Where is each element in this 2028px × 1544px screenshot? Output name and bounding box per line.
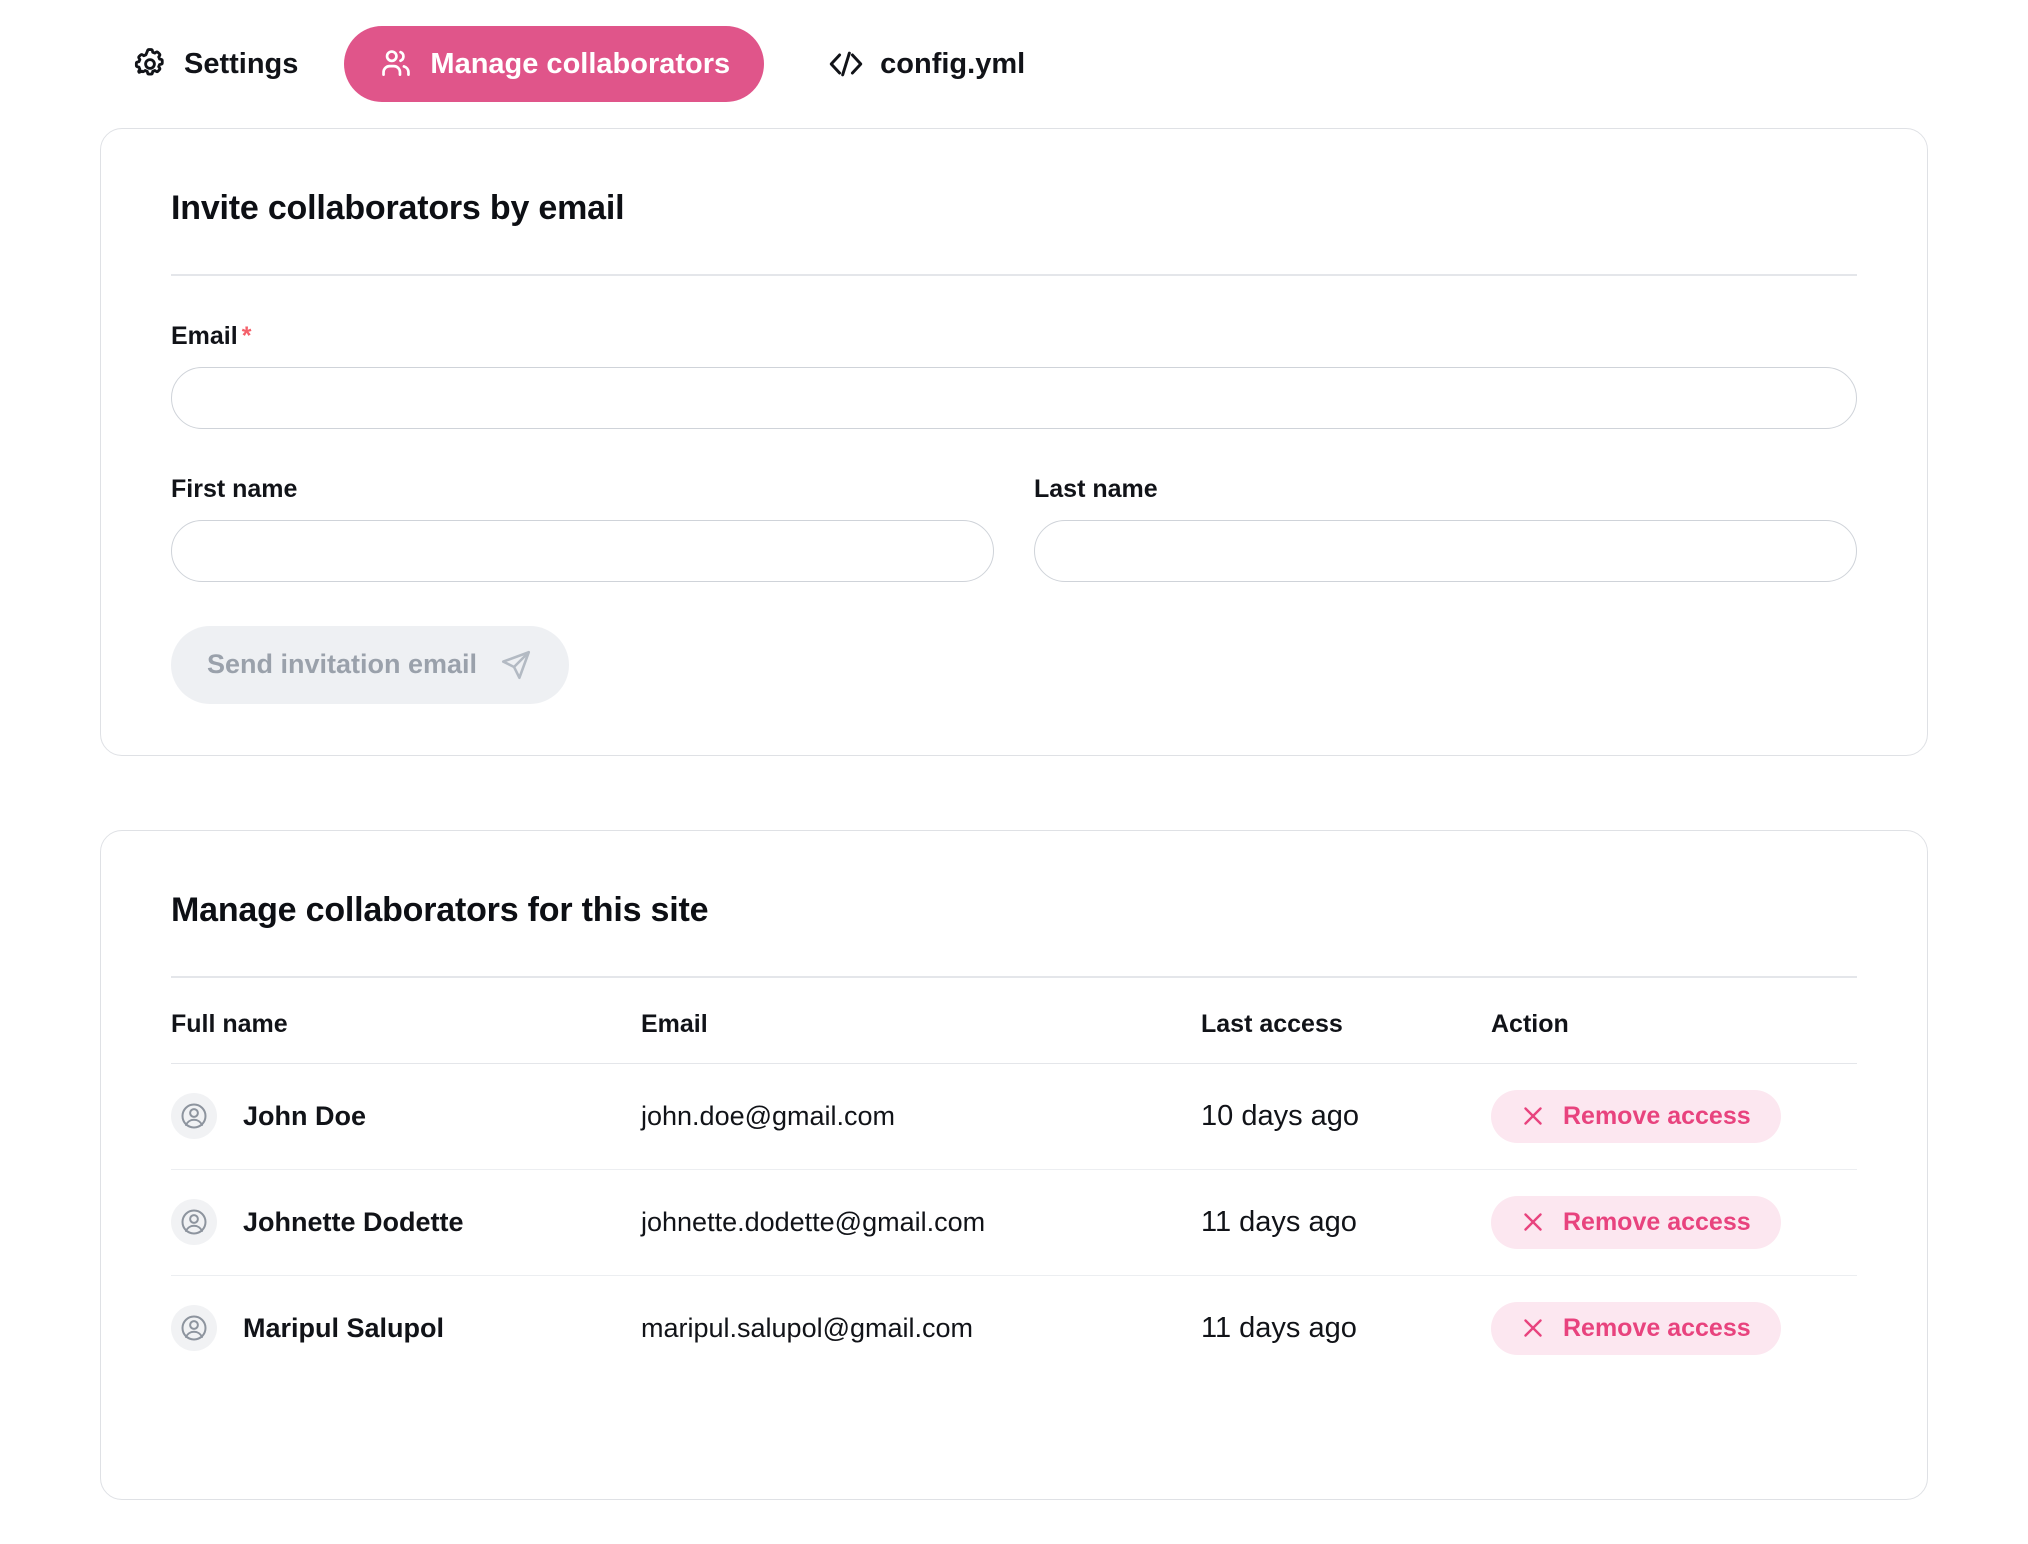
cell-full-name: John Doe (171, 1063, 641, 1170)
invite-card-title: Invite collaborators by email (171, 189, 625, 227)
close-icon (1521, 1210, 1545, 1234)
first-name-group: First name (171, 431, 994, 582)
tab-manage-collaborators[interactable]: Manage collaborators (344, 26, 765, 102)
invite-collaborators-card: Invite collaborators by email Email * Fir… (100, 128, 1928, 756)
collaborator-last-access: 10 days ago (1201, 1099, 1360, 1132)
collaborator-last-access: 11 days ago (1201, 1311, 1357, 1344)
tab-config-yml-label: config.yml (880, 47, 1026, 80)
collaborators-table-body: John Doe john.doe@gmail.com 10 days ago (171, 1063, 1857, 1381)
collaborator-name: Maripul Salupol (243, 1312, 445, 1343)
code-icon (828, 46, 864, 82)
remove-access-button[interactable]: Remove access (1491, 1301, 1781, 1355)
cell-email: john.doe@gmail.com (641, 1063, 1201, 1170)
remove-access-label: Remove access (1563, 1101, 1751, 1130)
avatar (171, 1093, 217, 1139)
first-name-label: First name (171, 474, 298, 503)
column-header-last-access: Last access (1201, 977, 1491, 1064)
collaborator-email: maripul.salupol@gmail.com (641, 1312, 974, 1343)
collaborator-email: john.doe@gmail.com (641, 1100, 896, 1131)
remove-access-label: Remove access (1563, 1207, 1751, 1236)
tab-settings[interactable]: Settings (104, 28, 326, 100)
tab-manage-collaborators-label: Manage collaborators (430, 47, 731, 80)
cell-action: Remove access (1491, 1169, 1857, 1276)
name-fields-row: First name Last name (171, 431, 1857, 582)
table-header-row: Full name Email Last access Action (171, 977, 1857, 1064)
tab-bar: Settings Manage collaborators config.yml (0, 0, 2028, 104)
table-row: John Doe john.doe@gmail.com 10 days ago (171, 1063, 1857, 1170)
manage-card-title: Manage collaborators for this site (171, 891, 709, 929)
collaborator-name: John Doe (243, 1100, 367, 1131)
cell-full-name: Maripul Salupol (171, 1275, 641, 1381)
manage-collaborators-card: Manage collaborators for this site Full … (100, 830, 1928, 1500)
last-name-group: Last name (1034, 431, 1857, 582)
avatar (171, 1199, 217, 1245)
send-invitation-email-label: Send invitation email (207, 649, 478, 679)
users-icon (378, 46, 414, 82)
cell-last-access: 11 days ago (1201, 1275, 1491, 1381)
cell-email: maripul.salupol@gmail.com (641, 1275, 1201, 1381)
avatar (171, 1305, 217, 1351)
gear-icon (132, 46, 168, 82)
email-label-text: Email (171, 321, 238, 350)
collaborators-table-head: Full name Email Last access Action (171, 977, 1857, 1064)
collaborators-table: Full name Email Last access Action John … (171, 977, 1857, 1381)
cell-email: johnette.dodette@gmail.com (641, 1169, 1201, 1276)
email-input[interactable] (171, 366, 1857, 429)
table-row: Maripul Salupol maripul.salupol@gmail.co… (171, 1275, 1857, 1381)
close-icon (1521, 1316, 1545, 1340)
last-name-input[interactable] (1034, 519, 1857, 582)
tab-settings-label: Settings (184, 47, 299, 80)
invite-card-divider (171, 274, 1857, 276)
cell-last-access: 10 days ago (1201, 1063, 1491, 1170)
remove-access-label: Remove access (1563, 1313, 1751, 1342)
tab-config-yml[interactable]: config.yml (800, 28, 1053, 100)
cell-last-access: 11 days ago (1201, 1169, 1491, 1276)
remove-access-button[interactable]: Remove access (1491, 1195, 1781, 1249)
column-header-full-name: Full name (171, 977, 641, 1064)
collaborator-name: Johnette Dodette (243, 1206, 464, 1237)
send-invitation-email-button[interactable]: Send invitation email (171, 625, 570, 704)
cell-action: Remove access (1491, 1063, 1857, 1170)
remove-access-button[interactable]: Remove access (1491, 1089, 1781, 1143)
collaborator-last-access: 11 days ago (1201, 1205, 1357, 1238)
collaborator-email: johnette.dodette@gmail.com (641, 1206, 986, 1237)
column-header-action: Action (1491, 977, 1857, 1064)
first-name-input[interactable] (171, 519, 994, 582)
column-header-email: Email (641, 977, 1201, 1064)
required-asterisk: * (241, 321, 252, 350)
last-name-label: Last name (1034, 474, 1158, 503)
cell-action: Remove access (1491, 1275, 1857, 1381)
cell-full-name: Johnette Dodette (171, 1169, 641, 1276)
send-icon (499, 648, 533, 682)
table-row: Johnette Dodette johnette.dodette@gmail.… (171, 1169, 1857, 1276)
close-icon (1521, 1104, 1545, 1128)
email-field-label: Email * (171, 322, 1857, 351)
